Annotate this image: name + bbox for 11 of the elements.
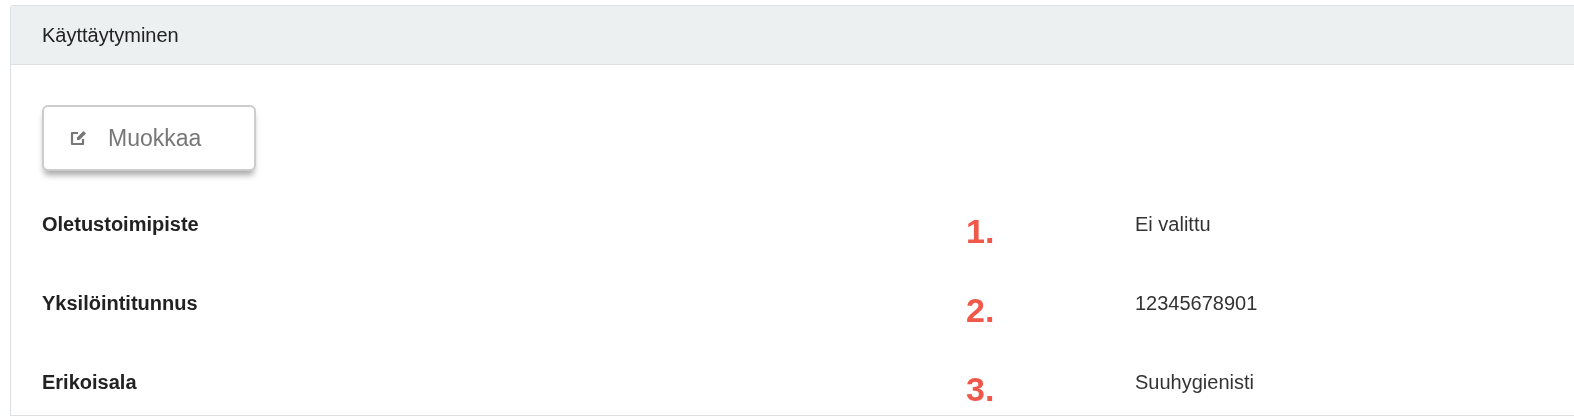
field-value: Suuhygienisti: [1135, 371, 1254, 393]
field-value: 12345678901: [1135, 292, 1258, 314]
field-label: Oletustoimipiste: [42, 213, 199, 235]
edit-button[interactable]: Muokkaa: [42, 105, 256, 171]
field-value: Ei valittu: [1135, 213, 1211, 235]
panel-title: Käyttäytyminen: [42, 23, 179, 47]
annotation-number: 1.: [966, 212, 995, 250]
annotation-number: 2.: [966, 291, 995, 329]
field-label: Erikoisala: [42, 371, 137, 393]
field-label: Yksilöintitunnus: [42, 292, 198, 314]
annotation-number: 3.: [966, 370, 995, 408]
